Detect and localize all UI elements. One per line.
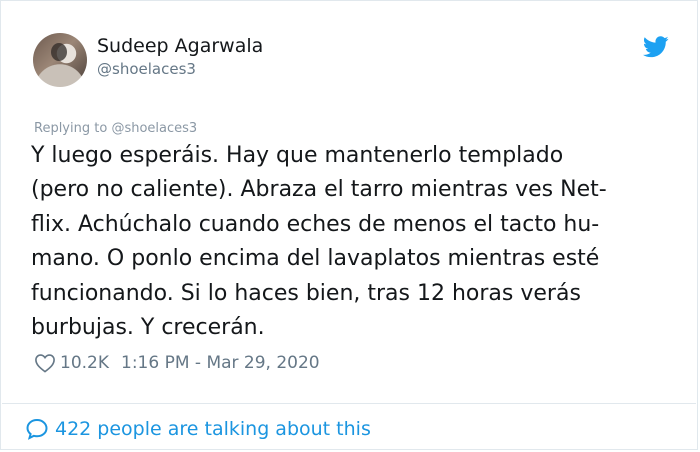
heart-icon[interactable]	[34, 353, 56, 373]
tweet-text: Y luego esperáis. Hay que mantenerlo tem…	[31, 139, 671, 345]
replying-to: Replying to @shoelaces3	[34, 121, 197, 137]
tweet-text-line: funcionando. Si lo haces bien, tras 12 h…	[31, 280, 581, 306]
tweet-card: Sudeep Agarwala @shoelaces3 Replying to …	[0, 0, 698, 450]
tweet-timestamp[interactable]: 1:16 PM - Mar 29, 2020	[121, 353, 320, 373]
tweet-meta: 10.2K 1:16 PM - Mar 29, 2020	[34, 353, 320, 373]
speech-bubble-icon	[26, 418, 48, 440]
replying-prefix: Replying to	[34, 121, 108, 136]
twitter-bird-icon[interactable]	[643, 36, 669, 58]
author-display-name[interactable]: Sudeep Agarwala	[97, 35, 263, 57]
author-handle[interactable]: @shoelaces3	[97, 59, 196, 79]
like-count[interactable]: 10.2K	[60, 353, 109, 373]
avatar[interactable]	[33, 33, 87, 87]
tweet-text-line: mano. O ponlo encima del lavaplatos mien…	[31, 246, 600, 272]
tweet-text-line: Y luego esperáis. Hay que mantenerlo tem…	[31, 143, 564, 168]
tweet-text-line: burbujas. Y crecerán.	[31, 315, 265, 341]
talking-about-link[interactable]: 422 people are talking about this	[25, 417, 371, 441]
tweet-text-line: flix. Achúchalo cuando eches de menos el…	[31, 211, 600, 237]
talking-about-text: 422 people are talking about this	[55, 418, 371, 440]
tweet-text-line: (pero no caliente). Abraza el tarro mien…	[31, 177, 607, 203]
divider	[2, 403, 696, 404]
replying-handle-link[interactable]: @shoelaces3	[111, 121, 197, 136]
